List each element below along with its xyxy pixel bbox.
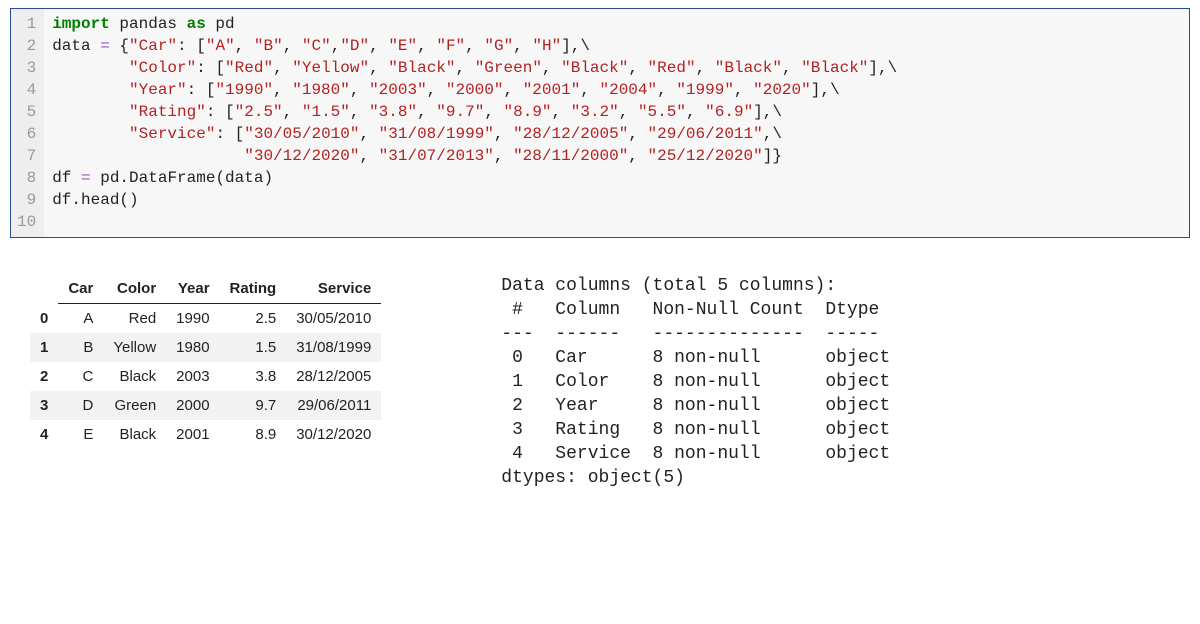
code-line: "Year": ["1990", "1980", "2003", "2000",… [52,79,897,101]
table-cell: Green [103,391,166,420]
line-number-gutter: 12345678910 [11,9,44,237]
code-line: df = pd.DataFrame(data) [52,167,897,189]
line-number: 9 [17,189,36,211]
table-cell: 2001 [166,420,219,449]
table-row: 1BYellow19801.531/08/1999 [30,333,381,362]
table-row: 0ARed19902.530/05/2010 [30,304,381,334]
table-cell: 31/08/1999 [286,333,381,362]
output-row: CarColorYearRatingService 0ARed19902.530… [10,274,1190,490]
line-number: 4 [17,79,36,101]
table-cell: Red [103,304,166,334]
code-editor[interactable]: import pandas as pddata = {"Car": ["A", … [44,9,905,237]
table-cell: 2000 [166,391,219,420]
line-number: 1 [17,13,36,35]
table-cell: Black [103,420,166,449]
table-header: Year [166,274,219,304]
code-line: "Color": ["Red", "Yellow", "Black", "Gre… [52,57,897,79]
code-line: "Service": ["30/05/2010", "31/08/1999", … [52,123,897,145]
table-cell: D [58,391,103,420]
line-number: 6 [17,123,36,145]
table-header [30,274,58,304]
line-number: 7 [17,145,36,167]
dataframe-info-output: Data columns (total 5 columns): # Column… [501,274,890,490]
table-header: Service [286,274,381,304]
code-cell[interactable]: 12345678910 import pandas as pddata = {"… [10,8,1190,238]
line-number: 3 [17,57,36,79]
code-line: data = {"Car": ["A", "B", "C","D", "E", … [52,35,897,57]
table-row: 2CBlack20033.828/12/2005 [30,362,381,391]
table-cell: 1990 [166,304,219,334]
table-cell: 3.8 [220,362,287,391]
table-cell: 1.5 [220,333,287,362]
table-cell: 1 [30,333,58,362]
table-cell: Black [103,362,166,391]
code-line: df.head() [52,189,897,211]
code-line: "Rating": ["2.5", "1.5", "3.8", "9.7", "… [52,101,897,123]
table-cell: 30/12/2020 [286,420,381,449]
table-cell: 28/12/2005 [286,362,381,391]
table-cell: Yellow [103,333,166,362]
line-number: 8 [17,167,36,189]
table-cell: 2003 [166,362,219,391]
table-cell: 2 [30,362,58,391]
table-cell: 2.5 [220,304,287,334]
table-cell: 4 [30,420,58,449]
table-header: Car [58,274,103,304]
table-cell: 9.7 [220,391,287,420]
dataframe-head-table: CarColorYearRatingService 0ARed19902.530… [30,274,381,449]
table-cell: B [58,333,103,362]
table-row: 3DGreen20009.729/06/2011 [30,391,381,420]
table-cell: A [58,304,103,334]
line-number: 2 [17,35,36,57]
table-cell: 0 [30,304,58,334]
line-number: 5 [17,101,36,123]
table-cell: 3 [30,391,58,420]
code-line: import pandas as pd [52,13,897,35]
table-cell: C [58,362,103,391]
table-cell: 1980 [166,333,219,362]
table-cell: E [58,420,103,449]
table-cell: 29/06/2011 [286,391,381,420]
table-header: Rating [220,274,287,304]
table-cell: 30/05/2010 [286,304,381,334]
table-header: Color [103,274,166,304]
line-number: 10 [17,211,36,233]
code-line: "30/12/2020", "31/07/2013", "28/11/2000"… [52,145,897,167]
table-row: 4EBlack20018.930/12/2020 [30,420,381,449]
table-cell: 8.9 [220,420,287,449]
